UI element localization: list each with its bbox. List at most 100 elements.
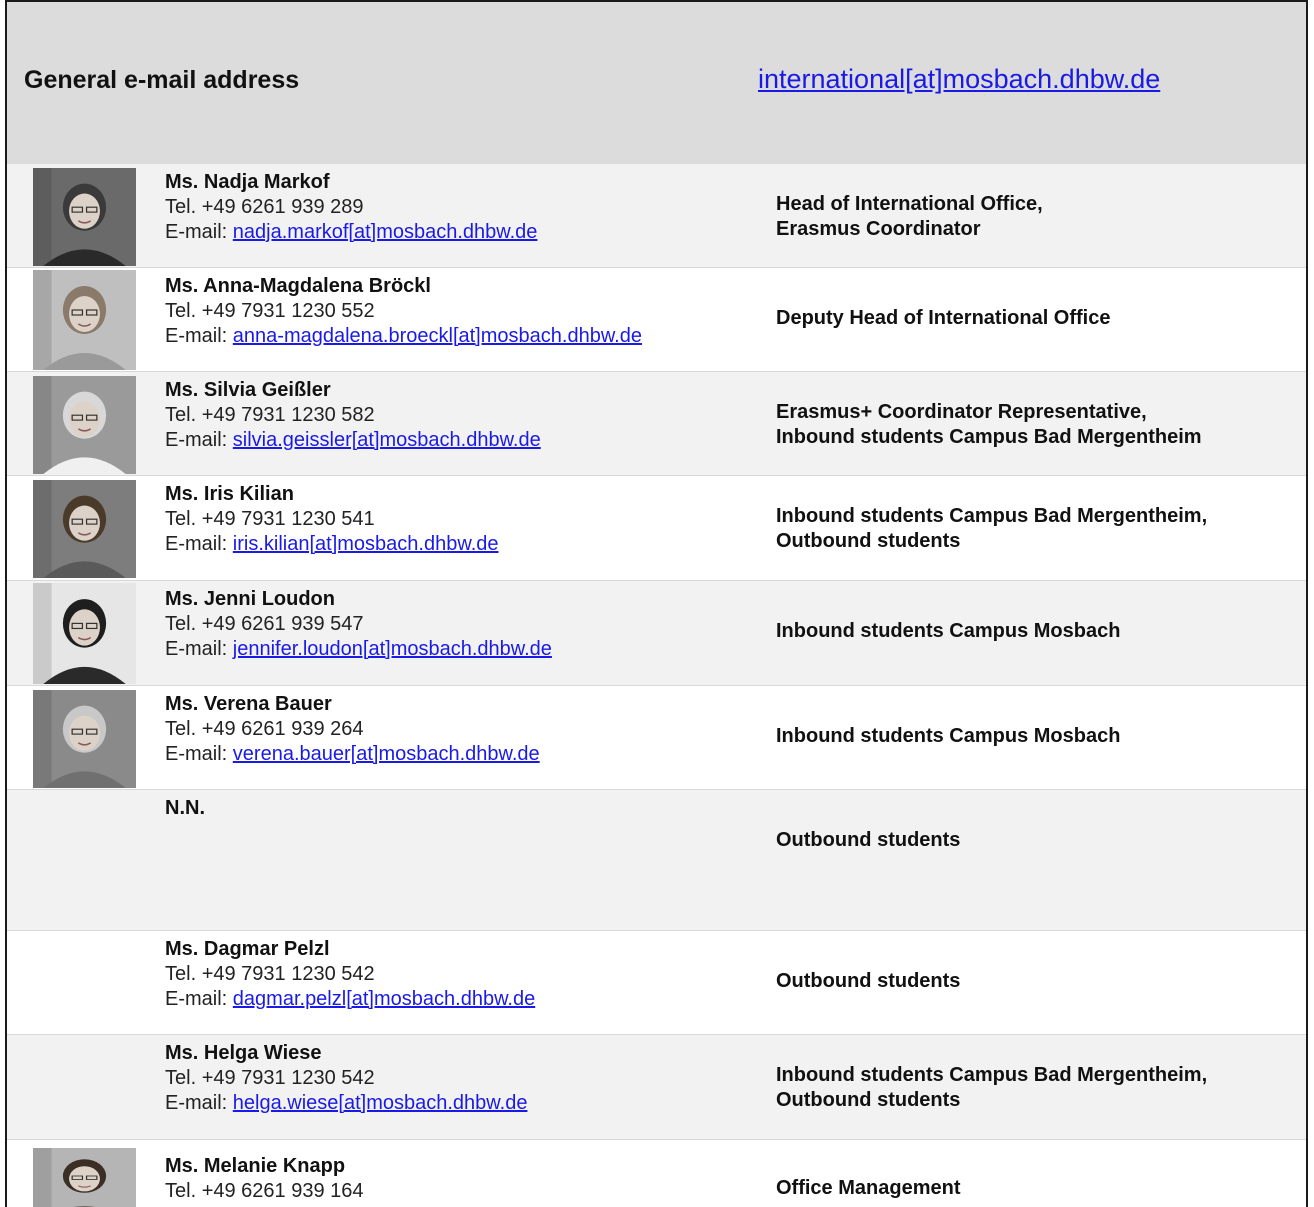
email-label: E-mail: <box>165 1092 233 1114</box>
contact-info: Ms. Verena Bauer Tel. +49 6261 939 264 E-m… <box>165 692 540 767</box>
phone-number: +49 7931 1230 541 <box>201 508 375 530</box>
contact-phone: Tel. +49 7931 1230 552 <box>165 299 642 324</box>
contact-phone: Tel. +49 6261 939 547 <box>165 612 552 637</box>
contact-role: Inbound students Campus Mosbach <box>776 724 1120 749</box>
phone-label: Tel. <box>165 196 202 218</box>
role-line: Outbound students <box>776 829 961 851</box>
contact-role: Outbound students <box>776 969 960 994</box>
contact-email: E-mail: dagmar.pelzl[at]mosbach.dhbw.de <box>165 987 535 1012</box>
phone-number: +49 6261 939 289 <box>201 196 364 218</box>
phone-label: Tel. <box>165 613 202 635</box>
contact-phone: Tel. +49 6261 939 264 <box>165 717 540 742</box>
general-email-title: General e-mail address <box>24 66 300 94</box>
role-line: Erasmus+ Coordinator Representative, <box>776 401 1147 423</box>
contact-role: Outbound students <box>776 828 960 853</box>
phone-label: Tel. <box>165 1067 202 1089</box>
role-line: Outbound students <box>776 530 961 552</box>
email-link[interactable]: dagmar.pelzl[at]mosbach.dhbw.de <box>233 988 535 1010</box>
contact-photo <box>33 376 136 474</box>
contact-row: Ms. Nadja Markof Tel. +49 6261 939 289 E-m… <box>7 164 1306 268</box>
contact-photo <box>33 270 136 370</box>
contact-role: Office Management <box>776 1176 960 1201</box>
phone-label: Tel. <box>165 404 202 426</box>
contact-photo <box>33 583 136 684</box>
role-line: Inbound students Campus Mosbach <box>776 725 1121 747</box>
email-label: E-mail: <box>165 638 233 660</box>
contact-email: E-mail: silvia.geissler[at]mosbach.dhbw.… <box>165 428 541 453</box>
contact-phone: Tel. +49 7931 1230 541 <box>165 507 499 532</box>
phone-label: Tel. <box>165 300 202 322</box>
contact-row: Ms. Helga Wiese Tel. +49 7931 1230 542 E-m… <box>7 1035 1306 1140</box>
email-label: E-mail: <box>165 429 233 451</box>
email-link[interactable]: helga.wiese[at]mosbach.dhbw.de <box>233 1092 528 1114</box>
general-email-header: General e-mail address international[at]… <box>7 2 1306 165</box>
email-link[interactable]: iris.kilian[at]mosbach.dhbw.de <box>233 533 499 555</box>
contact-info: Ms. Helga Wiese Tel. +49 7931 1230 542 E-m… <box>165 1041 527 1116</box>
email-label: E-mail: <box>165 325 233 347</box>
contact-info: Ms. Nadja Markof Tel. +49 6261 939 289 E-m… <box>165 170 537 245</box>
contact-phone: Tel. +49 6261 939 164 <box>165 1179 552 1204</box>
contact-name: Ms. Verena Bauer <box>165 693 332 715</box>
contact-photo <box>33 480 136 578</box>
contact-name: Ms. Dagmar Pelzl <box>165 938 330 960</box>
contact-photo <box>33 168 136 266</box>
email-label: E-mail: <box>165 221 233 243</box>
contact-email: E-mail: anna-magdalena.broeckl[at]mosbac… <box>165 324 642 349</box>
contact-row: Ms. Iris Kilian Tel. +49 7931 1230 541 E-m… <box>7 476 1306 581</box>
contact-role: Inbound students Campus Mosbach <box>776 619 1120 644</box>
phone-label: Tel. <box>165 1180 202 1202</box>
contact-phone: Tel. +49 7931 1230 542 <box>165 1066 527 1091</box>
phone-number: +49 6261 939 264 <box>201 718 364 740</box>
email-link[interactable]: nadja.markof[at]mosbach.dhbw.de <box>233 221 538 243</box>
contact-phone: Tel. +49 7931 1230 542 <box>165 962 535 987</box>
contact-phone: Tel. +49 6261 939 289 <box>165 195 537 220</box>
contact-photo <box>33 1148 136 1207</box>
email-link[interactable]: verena.bauer[at]mosbach.dhbw.de <box>233 743 540 765</box>
contact-name: Ms. Nadja Markof <box>165 171 330 193</box>
role-line: Inbound students Campus Mosbach <box>776 620 1121 642</box>
email-label: E-mail: <box>165 743 233 765</box>
contact-row: Ms. Melanie KnappTel. +49 6261 939 164E-… <box>7 1140 1306 1207</box>
contact-info: Ms. Iris Kilian Tel. +49 7931 1230 541 E-m… <box>165 482 499 557</box>
contact-role: Inbound students Campus Bad Mergentheim,… <box>776 504 1207 554</box>
contact-table: General e-mail address international[at]… <box>5 0 1308 1207</box>
contact-row: Ms. Dagmar Pelzl Tel. +49 7931 1230 542 E-… <box>7 931 1306 1035</box>
role-line: Outbound students <box>776 970 961 992</box>
contact-role: Head of International Office, Erasmus Coo… <box>776 192 1043 242</box>
role-line: Inbound students Campus Bad Mergentheim <box>776 426 1202 448</box>
contact-name: Ms. Helga Wiese <box>165 1042 322 1064</box>
email-label: E-mail: <box>165 533 233 555</box>
phone-number: +49 7931 1230 542 <box>201 963 375 985</box>
contact-info: Ms. Jenni Loudon Tel. +49 6261 939 547 E-m… <box>165 587 552 662</box>
contact-role: Deputy Head of International Office <box>776 306 1110 331</box>
contact-info: Ms. Silvia Geißler Tel. +49 7931 1230 582… <box>165 378 541 453</box>
phone-label: Tel. <box>165 718 202 740</box>
phone-label: Tel. <box>165 508 202 530</box>
contact-row: Ms. Silvia Geißler Tel. +49 7931 1230 582… <box>7 372 1306 476</box>
contact-name: Ms. Jenni Loudon <box>165 588 335 610</box>
contact-name: Ms. Melanie Knapp <box>165 1155 346 1177</box>
role-line: Office Management <box>776 1177 961 1199</box>
contact-info: Ms. Dagmar Pelzl Tel. +49 7931 1230 542 E-… <box>165 937 535 1012</box>
phone-number: +49 7931 1230 552 <box>201 300 375 322</box>
contact-name: N.N. <box>165 797 205 819</box>
contact-photo <box>33 690 136 788</box>
role-line: Inbound students Campus Bad Mergentheim, <box>776 505 1208 527</box>
role-line: Deputy Head of International Office <box>776 307 1111 329</box>
email-link[interactable]: jennifer.loudon[at]mosbach.dhbw.de <box>233 638 552 660</box>
contact-email: E-mail: jennifer.loudon[at]mosbach.dhbw.… <box>165 637 552 662</box>
phone-number: +49 6261 939 164 <box>201 1180 364 1202</box>
page: General e-mail address international[at]… <box>0 0 1314 1207</box>
contact-info: N.N. <box>165 796 205 821</box>
email-link[interactable]: silvia.geissler[at]mosbach.dhbw.de <box>233 429 541 451</box>
phone-label: Tel. <box>165 963 202 985</box>
contact-name: Ms. Iris Kilian <box>165 483 294 505</box>
contact-info: Ms. Melanie KnappTel. +49 6261 939 164E-… <box>165 1154 552 1207</box>
contact-row: Ms. Anna-Magdalena Bröckl Tel. +49 7931 1… <box>7 268 1306 372</box>
email-link[interactable]: anna-magdalena.broeckl[at]mosbach.dhbw.d… <box>233 325 642 347</box>
contact-email: E-mail: iris.kilian[at]mosbach.dhbw.de <box>165 532 499 557</box>
contact-row: N.N. Outbound students <box>7 790 1306 931</box>
contact-name: Ms. Silvia Geißler <box>165 379 331 401</box>
general-email-link[interactable]: international[at]mosbach.dhbw.de <box>758 64 1160 95</box>
phone-number: +49 6261 939 547 <box>201 613 364 635</box>
